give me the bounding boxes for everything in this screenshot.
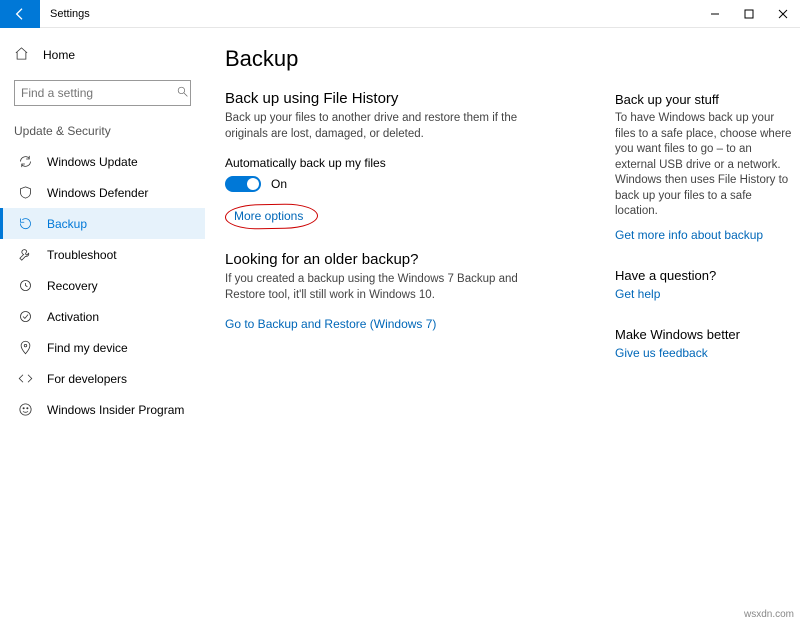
home-button[interactable]: Home: [0, 42, 205, 80]
window-title: Settings: [40, 8, 90, 20]
page-heading: Backup: [225, 46, 560, 72]
file-history-title: Back up using File History: [225, 90, 560, 107]
nav-label: Backup: [47, 217, 87, 231]
home-icon: [14, 46, 29, 64]
watermark: wsxdn.com: [744, 609, 794, 620]
auto-backup-label: Automatically back up my files: [225, 156, 560, 170]
close-icon: [778, 9, 788, 19]
window-controls: [698, 0, 800, 28]
older-backup-desc: If you created a backup using the Window…: [225, 272, 560, 303]
backup-icon: [17, 216, 33, 231]
aside-feedback-title: Make Windows better: [615, 327, 795, 342]
nav-label: Windows Insider Program: [47, 403, 184, 417]
search-icon: [176, 85, 189, 101]
arrow-left-icon: [12, 6, 28, 22]
older-backup-title: Looking for an older backup?: [225, 251, 560, 268]
aside-stuff-title: Back up your stuff: [615, 92, 795, 107]
close-button[interactable]: [766, 0, 800, 28]
nav-windows-update[interactable]: Windows Update: [0, 146, 205, 177]
aside-question-link[interactable]: Get help: [615, 287, 795, 301]
nav-label: Windows Update: [47, 155, 138, 169]
aside-column: Back up your stuff To have Windows back …: [615, 46, 795, 623]
aside-question-title: Have a question?: [615, 268, 795, 283]
toggle-state-label: On: [271, 177, 287, 191]
main-panel: Backup Back up using File History Back u…: [205, 28, 800, 623]
search-input[interactable]: [21, 86, 176, 100]
nav-activation[interactable]: Activation: [0, 301, 205, 332]
aside-stuff-desc: To have Windows back up your files to a …: [615, 111, 795, 220]
maximize-icon: [744, 9, 754, 19]
location-icon: [17, 340, 33, 355]
sidebar: Home Update & Security Windows Update Wi…: [0, 28, 205, 623]
nav-windows-defender[interactable]: Windows Defender: [0, 177, 205, 208]
nav-label: For developers: [47, 372, 127, 386]
nav-label: Recovery: [47, 279, 98, 293]
more-options-link[interactable]: More options: [234, 209, 303, 223]
sync-icon: [17, 154, 33, 169]
nav-find-my-device[interactable]: Find my device: [0, 332, 205, 363]
category-label: Update & Security: [0, 124, 205, 146]
center-column: Backup Back up using File History Back u…: [225, 46, 560, 623]
aside-stuff-link[interactable]: Get more info about backup: [615, 228, 795, 242]
toggle-knob: [247, 178, 259, 190]
content-area: Home Update & Security Windows Update Wi…: [0, 28, 800, 623]
minimize-icon: [710, 9, 720, 19]
nav-backup[interactable]: Backup: [0, 208, 205, 239]
shield-icon: [17, 185, 33, 200]
nav-label: Troubleshoot: [47, 248, 117, 262]
search-box[interactable]: [14, 80, 191, 106]
maximize-button[interactable]: [732, 0, 766, 28]
insider-icon: [17, 402, 33, 417]
more-options-annotation: More options: [225, 203, 319, 230]
wrench-icon: [17, 247, 33, 262]
auto-backup-toggle[interactable]: [225, 176, 261, 192]
nav-label: Windows Defender: [47, 186, 148, 200]
older-backup-link[interactable]: Go to Backup and Restore (Windows 7): [225, 317, 560, 331]
nav-troubleshoot[interactable]: Troubleshoot: [0, 239, 205, 270]
back-button[interactable]: [0, 0, 40, 28]
file-history-desc: Back up your files to another drive and …: [225, 111, 560, 142]
nav-insider[interactable]: Windows Insider Program: [0, 394, 205, 425]
titlebar: Settings: [0, 0, 800, 28]
nav-for-developers[interactable]: For developers: [0, 363, 205, 394]
nav-label: Find my device: [47, 341, 128, 355]
home-label: Home: [43, 48, 75, 62]
nav-recovery[interactable]: Recovery: [0, 270, 205, 301]
aside-feedback-link[interactable]: Give us feedback: [615, 346, 795, 360]
nav-label: Activation: [47, 310, 99, 324]
recovery-icon: [17, 278, 33, 293]
activation-icon: [17, 309, 33, 324]
developers-icon: [17, 371, 33, 386]
minimize-button[interactable]: [698, 0, 732, 28]
